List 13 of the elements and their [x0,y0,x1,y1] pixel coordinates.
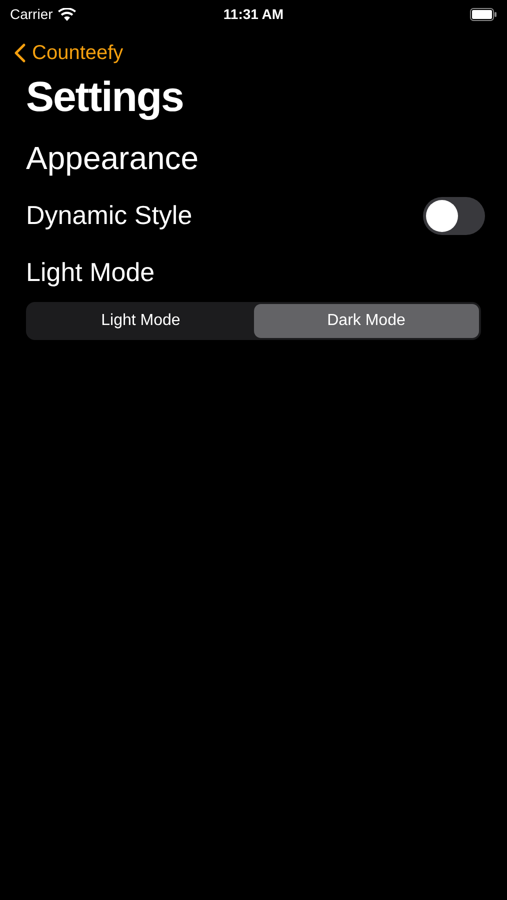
wifi-icon [58,8,76,20]
toggle-label: Dynamic Style [26,199,192,232]
section-title: Appearance [26,142,200,174]
page-title: Settings [26,76,184,118]
dynamic-style-switch[interactable] [423,196,485,234]
battery-icon [470,8,497,20]
back-button[interactable]: Counteefy [14,38,124,68]
mode-label: Light Mode [26,256,156,289]
segment-tab[interactable]: Dark Mode [254,304,479,338]
chevron-left-icon [14,43,26,63]
status-time: 11:31 AM [223,4,284,24]
segment-tab[interactable]: Light Mode [28,304,254,338]
carrier-name: Carrier [10,4,53,24]
